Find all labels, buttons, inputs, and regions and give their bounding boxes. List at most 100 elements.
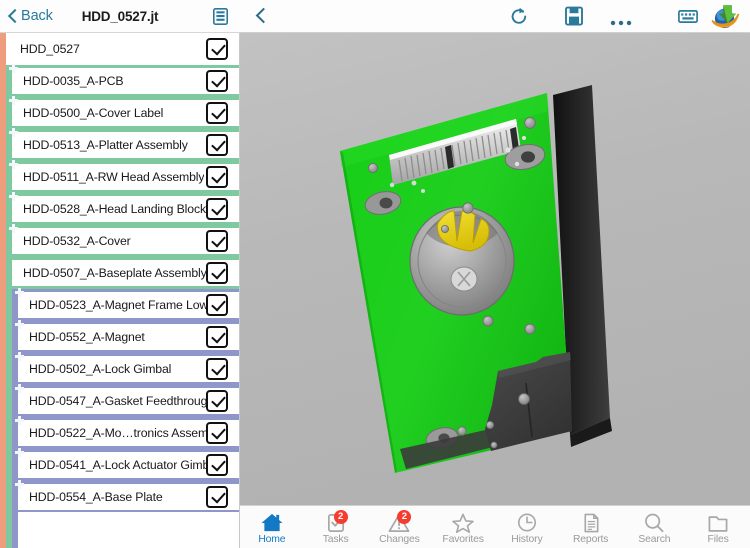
tab-label: Favorites (442, 533, 484, 545)
viewer-back-button[interactable] (250, 3, 276, 29)
tree-row-body[interactable]: HDD-0541_A-Lock Actuator Gimbal (18, 449, 240, 481)
star-icon (450, 512, 476, 533)
visibility-checkbox[interactable] (206, 134, 228, 156)
expand-node-icon[interactable] (15, 352, 24, 361)
tree-row[interactable]: HDD-0513_A-Platter Assembly (0, 128, 240, 161)
tree-row-label: HDD-0035_A-PCB (23, 74, 124, 88)
refresh-icon[interactable] (509, 6, 529, 32)
tree-row-body[interactable]: HDD-0035_A-PCB (12, 65, 240, 97)
tree-row[interactable]: HDD-0541_A-Lock Actuator Gimbal (0, 448, 240, 481)
tree-row[interactable]: HDD-0522_A-Mo…tronics Assembly (0, 416, 240, 449)
tree-row-body[interactable]: HDD-0500_A-Cover Label (12, 97, 240, 129)
tree-row[interactable]: HDD-0500_A-Cover Label (0, 96, 240, 129)
back-button[interactable]: Back (7, 8, 53, 25)
tree-row-label: HDD_0527 (20, 42, 80, 56)
clock-icon (514, 512, 540, 533)
visibility-checkbox[interactable] (206, 422, 228, 444)
tree-row-body[interactable]: HDD-0554_A-Base Plate (18, 481, 240, 512)
visibility-checkbox[interactable] (206, 486, 228, 508)
expand-node-icon[interactable] (15, 384, 24, 393)
tree-row-label: HDD-0507_A-Baseplate Assembly (23, 266, 207, 280)
tab-home[interactable]: Home (240, 506, 304, 548)
expand-node-icon[interactable] (15, 416, 24, 425)
structure-panel-header: Back HDD_0527.jt (0, 0, 240, 33)
expand-node-icon[interactable] (15, 288, 24, 297)
tab-favorites[interactable]: Favorites (431, 506, 495, 548)
tree-row[interactable]: HDD-0528_A-Head Landing Block (0, 192, 240, 225)
tree-row-body[interactable]: HDD-0513_A-Platter Assembly (12, 129, 240, 161)
expand-node-icon[interactable] (15, 448, 24, 457)
tab-history[interactable]: History (495, 506, 559, 548)
tree-row-body[interactable]: HDD-0547_A-Gasket Feedthrough (18, 385, 240, 417)
visibility-checkbox[interactable] (206, 262, 228, 284)
expand-node-icon[interactable] (9, 128, 18, 137)
tab-reports[interactable]: Reports (559, 506, 623, 548)
hard-disk-drive-3d-model[interactable] (240, 33, 750, 505)
tree-row[interactable]: HDD-0554_A-Base Plate (0, 480, 240, 512)
tree-row[interactable]: HDD-0502_A-Lock Gimbal (0, 352, 240, 385)
tree-row-body[interactable]: HDD-0522_A-Mo…tronics Assembly (18, 417, 240, 449)
tree-row[interactable]: HDD_0527 (0, 33, 240, 65)
viewer-toolbar (240, 0, 750, 33)
tab-changes[interactable]: 2 Changes (368, 506, 432, 548)
save-icon[interactable] (565, 6, 583, 31)
keyboard-icon[interactable] (678, 10, 698, 28)
tree-row-body[interactable]: HDD-0523_A-Magnet Frame Lower (18, 289, 240, 321)
expand-node-icon[interactable] (9, 160, 18, 169)
visibility-checkbox[interactable] (206, 230, 228, 252)
visibility-checkbox[interactable] (206, 166, 228, 188)
tab-label: Tasks (322, 533, 349, 545)
visibility-checkbox[interactable] (206, 454, 228, 476)
visibility-checkbox[interactable] (206, 38, 228, 60)
model-viewport[interactable] (240, 33, 750, 505)
more-options-icon[interactable] (610, 13, 632, 31)
tree-row-body[interactable]: HDD_0527 (6, 33, 240, 65)
expand-node-icon[interactable] (15, 320, 24, 329)
tree-row-body[interactable]: HDD-0507_A-Baseplate Assembly (12, 257, 240, 289)
tree-row-body[interactable]: HDD-0528_A-Head Landing Block (12, 193, 240, 225)
search-icon (641, 512, 667, 533)
tree-row-label: HDD-0541_A-Lock Actuator Gimbal (29, 458, 219, 472)
visibility-checkbox[interactable] (206, 294, 228, 316)
visibility-checkbox[interactable] (206, 326, 228, 348)
chevron-left-icon (7, 8, 18, 25)
tree-row-label: HDD-0532_A-Cover (23, 234, 131, 248)
visibility-checkbox[interactable] (206, 70, 228, 92)
tree-row[interactable]: HDD-0532_A-Cover (0, 224, 240, 257)
tab-files[interactable]: Files (686, 506, 750, 548)
visibility-checkbox[interactable] (206, 102, 228, 124)
visibility-checkbox[interactable] (206, 358, 228, 380)
tree-row[interactable]: HDD-0035_A-PCB (0, 64, 240, 97)
jt2go-logo-icon[interactable] (710, 3, 740, 36)
tree-row-body[interactable]: HDD-0502_A-Lock Gimbal (18, 353, 240, 385)
tree-row-label: HDD-0522_A-Mo…tronics Assembly (29, 426, 224, 440)
tab-label: Search (638, 533, 671, 545)
expand-node-icon[interactable] (15, 480, 24, 489)
tree-row-body[interactable]: HDD-0511_A-RW Head Assembly (12, 161, 240, 193)
expand-node-icon[interactable] (9, 64, 18, 73)
visibility-checkbox[interactable] (206, 390, 228, 412)
structure-tree[interactable]: HDD_0527 HDD-0035_A-PCB HDD-0500_A-Cover L… (0, 33, 240, 512)
tree-row-label: HDD-0511_A-RW Head Assembly (23, 170, 205, 184)
tree-row[interactable]: HDD-0523_A-Magnet Frame Lower (0, 288, 240, 321)
tree-row-body[interactable]: HDD-0532_A-Cover (12, 225, 240, 257)
tab-tasks[interactable]: 2 Tasks (304, 506, 368, 548)
tree-row-body[interactable]: HDD-0552_A-Magnet (18, 321, 240, 353)
tree-row[interactable]: HDD-0547_A-Gasket Feedthrough (0, 384, 240, 417)
bottom-tab-bar[interactable]: Home 2 Tasks 2 Changes Favorites History Report… (240, 505, 750, 548)
tab-search[interactable]: Search (623, 506, 687, 548)
expand-node-icon[interactable] (9, 96, 18, 105)
tab-badge: 2 (333, 509, 348, 524)
tree-row[interactable]: HDD-0552_A-Magnet (0, 320, 240, 353)
expand-node-icon[interactable] (9, 192, 18, 201)
tree-row[interactable]: HDD-0507_A-Baseplate Assembly (0, 257, 240, 289)
tree-row[interactable]: HDD-0511_A-RW Head Assembly (0, 160, 240, 193)
document-icon (578, 512, 604, 533)
tab-label: Home (258, 533, 286, 545)
structure-list-icon[interactable] (213, 8, 228, 25)
tab-label: Files (707, 533, 729, 545)
tree-row-label: HDD-0502_A-Lock Gimbal (29, 362, 172, 376)
folder-icon (705, 512, 731, 533)
visibility-checkbox[interactable] (206, 198, 228, 220)
expand-node-icon[interactable] (9, 224, 18, 233)
